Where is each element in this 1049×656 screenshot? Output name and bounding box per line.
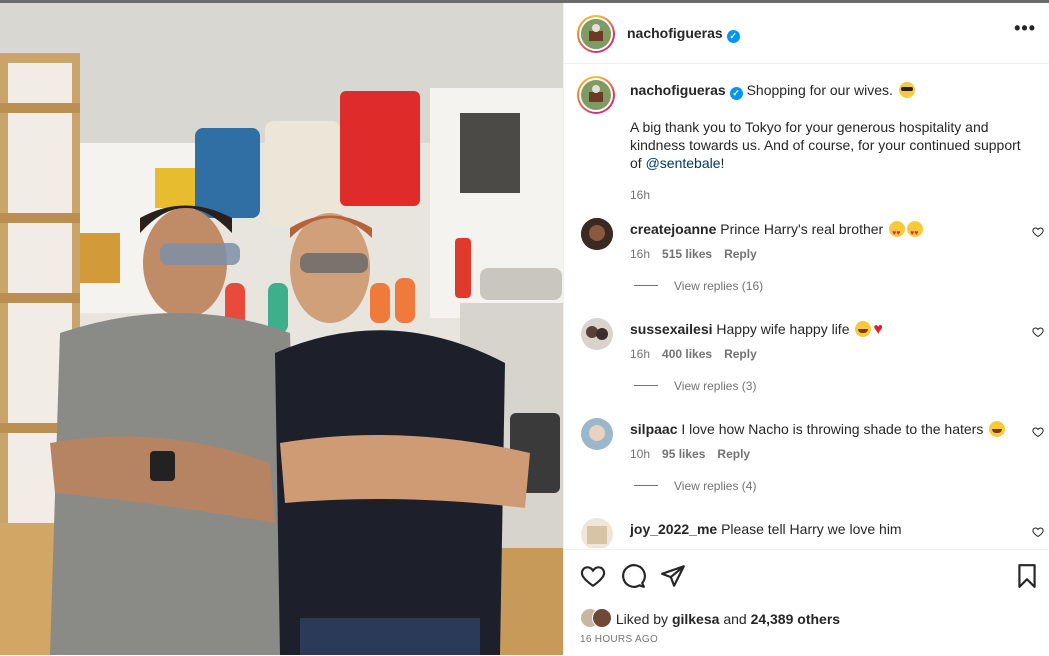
- comment-text: Prince Harry's real brother: [720, 221, 884, 237]
- comment-likes[interactable]: 95 likes: [662, 447, 705, 461]
- comment-text: I love how Nacho is throwing shade to th…: [681, 421, 984, 437]
- comment-like-heart-icon[interactable]: [1032, 526, 1044, 538]
- commenter-avatar-image: [581, 318, 613, 350]
- comment-time[interactable]: 16h: [630, 247, 650, 261]
- caption-text: Shopping for our wives.: [746, 82, 893, 98]
- more-horizontal-icon[interactable]: •••: [1014, 19, 1036, 37]
- comment-username[interactable]: sussexailesi: [630, 321, 713, 337]
- comment-reply-button[interactable]: Reply: [717, 447, 750, 461]
- liked-by-prefix: Liked by: [615, 611, 669, 627]
- share-paper-plane-icon[interactable]: [660, 563, 686, 589]
- liked-by-others[interactable]: 24,389 others: [751, 611, 841, 627]
- comment-time[interactable]: 16h: [630, 347, 650, 361]
- comment-text: Please tell Harry we love him: [721, 521, 902, 537]
- verified-badge-icon: ✓: [729, 87, 743, 100]
- comment-likes[interactable]: 400 likes: [662, 347, 712, 361]
- liker-avatar[interactable]: [592, 608, 612, 628]
- post-header: nachofigueras ✓ •••: [564, 3, 1049, 64]
- save-bookmark-icon[interactable]: [1014, 563, 1040, 589]
- comment-reply-button[interactable]: Reply: [724, 347, 757, 361]
- comment-time[interactable]: 10h: [630, 447, 650, 461]
- story-ring[interactable]: [577, 15, 615, 53]
- liked-by-user[interactable]: gilkesa: [672, 611, 719, 627]
- commenter-avatar[interactable]: [581, 218, 613, 250]
- post-photo[interactable]: [0, 3, 563, 655]
- commenter-avatar-image: [581, 418, 613, 450]
- comments-scroll-area[interactable]: nachofigueras ✓ Shopping for our wives. A…: [564, 64, 1049, 548]
- commenter-avatar-image: [581, 518, 613, 548]
- heart-eyes-emoji: ♥♥: [907, 221, 924, 237]
- comment-username[interactable]: createjoanne: [630, 221, 716, 237]
- comment-item: createjoanne Prince Harry's real brother…: [564, 218, 1049, 318]
- comment-like-heart-icon[interactable]: [1032, 226, 1044, 238]
- comment-text: Happy wife happy life: [716, 321, 850, 337]
- caption-story-ring[interactable]: [577, 76, 615, 114]
- laughing-emoji: [989, 421, 1006, 437]
- likes-summary: Liked by gilkesa and 24,389 others: [580, 608, 840, 628]
- comment-bubble-icon[interactable]: [620, 563, 646, 589]
- post-photo-illustration: [0, 3, 563, 655]
- author-avatar[interactable]: [581, 19, 611, 49]
- post-timestamp[interactable]: 16 HOURS AGO: [580, 634, 658, 645]
- laughing-emoji: [855, 321, 872, 337]
- comment-like-heart-icon[interactable]: [1032, 326, 1044, 338]
- comment-likes[interactable]: 515 likes: [662, 247, 712, 261]
- like-heart-icon[interactable]: [580, 563, 606, 589]
- view-replies-button[interactable]: View replies (3): [634, 379, 756, 393]
- header-username[interactable]: nachofigueras: [627, 25, 723, 41]
- caption-author-avatar[interactable]: [581, 80, 611, 110]
- commenter-avatar[interactable]: [581, 318, 613, 350]
- comment-item: silpaac I love how Nacho is throwing sha…: [564, 418, 1049, 518]
- post-caption: nachofigueras ✓ Shopping for our wives. A…: [630, 81, 1030, 204]
- comment-item: sussexailesi Happy wife happy life ♥ 16h…: [564, 318, 1049, 418]
- comment-username[interactable]: joy_2022_me: [630, 521, 717, 537]
- caption-avatar-image: [581, 80, 611, 110]
- commenter-avatar[interactable]: [581, 518, 613, 548]
- red-heart-emoji: ♥: [873, 321, 883, 338]
- caption-time[interactable]: 16h: [630, 186, 1030, 204]
- commenter-avatar[interactable]: [581, 418, 613, 450]
- commenter-avatar-image: [581, 218, 613, 250]
- author-avatar-image: [581, 19, 611, 49]
- caption-body-end: !: [720, 155, 725, 171]
- replies-line-divider: [634, 285, 658, 286]
- mention-link[interactable]: @sentebale: [646, 155, 721, 171]
- post-footer: Liked by gilkesa and 24,389 others 16 HO…: [564, 549, 1049, 656]
- caption-username[interactable]: nachofigueras: [630, 82, 726, 98]
- comment-item: joy_2022_me Please tell Harry we love hi…: [564, 518, 1049, 548]
- view-replies-button[interactable]: View replies (16): [634, 279, 763, 293]
- replies-line-divider: [634, 485, 658, 486]
- view-replies-label: View replies (3): [674, 379, 757, 393]
- comment-username[interactable]: silpaac: [630, 421, 677, 437]
- view-replies-button[interactable]: View replies (4): [634, 479, 756, 493]
- comment-like-heart-icon[interactable]: [1032, 426, 1044, 438]
- verified-badge-icon: ✓: [726, 30, 740, 43]
- replies-line-divider: [634, 385, 658, 386]
- post-actions: [580, 563, 1040, 589]
- heart-eyes-emoji: ♥♥: [889, 221, 906, 237]
- liked-by-and: and: [723, 611, 747, 627]
- post-detail-panel: nachofigueras ✓ ••• nachofigueras ✓ Shoppi…: [563, 3, 1049, 655]
- sunglasses-face-emoji: [898, 82, 915, 98]
- comment-reply-button[interactable]: Reply: [724, 247, 757, 261]
- view-replies-label: View replies (16): [674, 279, 764, 293]
- view-replies-label: View replies (4): [674, 479, 757, 493]
